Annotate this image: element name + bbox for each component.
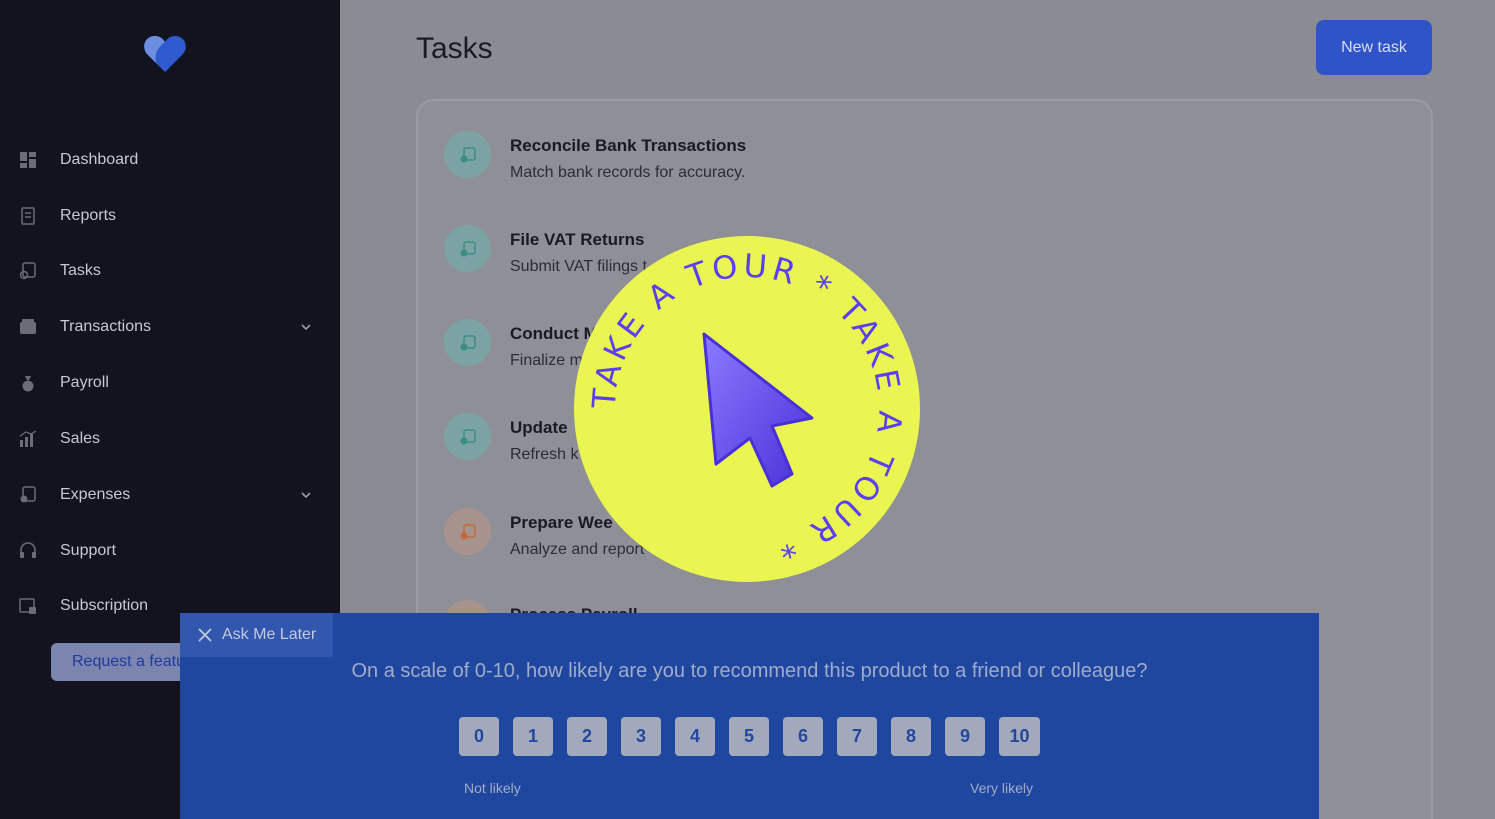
task-description: Refresh k — [510, 446, 579, 463]
page-title: Tasks — [416, 32, 493, 65]
score-button-5[interactable]: 5 — [729, 717, 769, 756]
score-button-9[interactable]: 9 — [945, 717, 985, 756]
score-button-0[interactable]: 0 — [459, 717, 499, 756]
task-icon — [444, 131, 491, 178]
task-icon — [444, 319, 491, 366]
close-icon[interactable] — [198, 628, 212, 642]
new-task-button[interactable]: New task — [1316, 20, 1432, 75]
reports-icon — [21, 207, 35, 225]
task-icon — [444, 225, 491, 272]
sidebar-item-label: Support — [60, 542, 117, 559]
wallet-icon — [20, 319, 36, 334]
task-icon — [444, 600, 491, 613]
sidebar-item-reports[interactable]: Reports — [0, 196, 340, 236]
sidebar-item-payroll[interactable]: Payroll — [0, 363, 340, 403]
sales-chart-icon — [19, 430, 37, 447]
headset-icon — [20, 542, 36, 558]
task-icon — [444, 508, 491, 555]
sidebar-item-transactions[interactable]: Transactions — [0, 307, 340, 347]
request-feature-button[interactable]: Request a feature — [51, 643, 201, 681]
score-button-4[interactable]: 4 — [675, 717, 715, 756]
sidebar-item-label: Subscription — [60, 597, 149, 614]
sidebar-item-label: Transactions — [60, 318, 151, 335]
task-description: Match bank records for accuracy. — [510, 164, 746, 181]
dashboard-icon — [20, 152, 36, 168]
subscription-icon — [19, 598, 36, 614]
score-button-10[interactable]: 10 — [999, 717, 1040, 756]
score-button-7[interactable]: 7 — [837, 717, 877, 756]
score-button-8[interactable]: 8 — [891, 717, 931, 756]
money-bag-icon — [22, 376, 34, 392]
sidebar-item-label: Tasks — [60, 262, 101, 279]
sidebar-item-label: Dashboard — [60, 151, 139, 168]
sidebar-item-tasks[interactable]: Tasks — [0, 251, 340, 291]
chevron-down-icon[interactable] — [300, 321, 312, 333]
list-item[interactable]: Reconcile Bank Transactions Match bank r… — [444, 131, 1344, 191]
tasks-icon — [19, 262, 36, 280]
task-title: Reconcile Bank Transactions — [510, 136, 747, 155]
sidebar-item-sales[interactable]: Sales — [0, 419, 340, 459]
ask-me-later-button[interactable]: Ask Me Later — [180, 613, 333, 657]
sidebar-item-expenses[interactable]: Expenses — [0, 475, 340, 515]
low-scale-label: Not likely — [464, 780, 521, 796]
score-button-2[interactable]: 2 — [567, 717, 607, 756]
heart-logo-icon — [144, 36, 186, 72]
ask-me-later-label: Ask Me Later — [222, 626, 317, 643]
list-item[interactable]: Process Payroll — [444, 600, 1344, 613]
sidebar-item-label: Reports — [60, 207, 117, 224]
high-scale-label: Very likely — [970, 780, 1034, 796]
sidebar-item-support[interactable]: Support — [0, 531, 340, 571]
score-scale: 0 1 2 3 4 5 6 7 8 9 10 — [459, 717, 1054, 756]
chevron-down-icon[interactable] — [300, 489, 312, 501]
task-icon — [444, 413, 491, 460]
take-a-tour-badge[interactable]: TAKE A TOUR * TAKE A TOUR * — [574, 236, 920, 582]
task-title: Update — [510, 418, 568, 437]
score-button-6[interactable]: 6 — [783, 717, 823, 756]
sidebar-item-label: Expenses — [60, 486, 131, 503]
nps-survey-panel: Ask Me Later On a scale of 0-10, how lik… — [180, 613, 1319, 819]
survey-question: On a scale of 0-10, how likely are you t… — [351, 660, 1148, 682]
sidebar-item-label: Payroll — [60, 374, 109, 391]
task-description: Finalize m — [510, 352, 583, 369]
sidebar-item-label: Sales — [60, 430, 101, 447]
task-title: Process Payroll — [510, 605, 638, 613]
score-button-1[interactable]: 1 — [513, 717, 553, 756]
sidebar-item-dashboard[interactable]: Dashboard — [0, 140, 340, 180]
score-button-3[interactable]: 3 — [621, 717, 661, 756]
expenses-icon — [20, 486, 36, 503]
